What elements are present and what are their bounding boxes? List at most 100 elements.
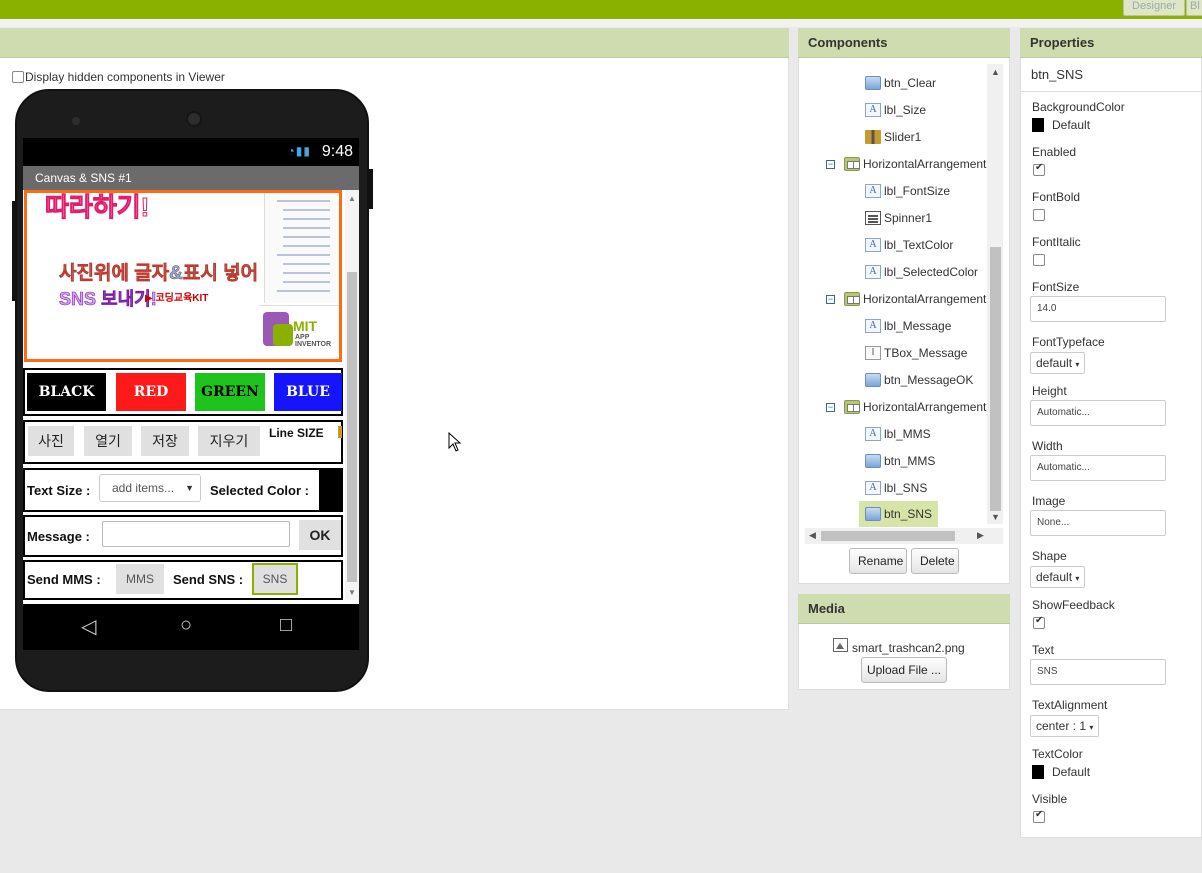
canvas-text-line2: SNS 보내기! — [59, 289, 157, 310]
label-icon: A — [865, 184, 881, 198]
rename-button[interactable]: Rename — [849, 548, 907, 574]
tree-item-harr-3[interactable]: − HorizontalArrangement — [826, 397, 986, 417]
scroll-down-icon[interactable]: ▼ — [991, 512, 1000, 522]
scroll-down-icon[interactable]: ▼ — [348, 588, 356, 597]
collapse-icon[interactable]: − — [826, 402, 835, 412]
color-swatch — [1032, 118, 1044, 132]
green-button[interactable]: GREEN — [195, 373, 265, 411]
scroll-up-icon[interactable]: ▲ — [991, 67, 1000, 77]
tree-item-btn-mms[interactable]: btn_MMS — [865, 451, 935, 471]
arrangement-icon — [844, 157, 860, 171]
label-icon: A — [865, 265, 881, 279]
font-size-spinner[interactable]: add items... ▼ — [99, 474, 201, 502]
scroll-left-icon[interactable]: ◀ — [809, 530, 816, 541]
top-toolbar: Designer Bl — [0, 0, 1202, 19]
tree-scroll-thumb[interactable] — [990, 247, 1001, 511]
prop-showfeedback-checkbox[interactable] — [1033, 615, 1045, 629]
prop-enabled-checkbox[interactable] — [1033, 162, 1045, 176]
tree-horizontal-scrollbar[interactable]: ◀ ▶ — [805, 528, 1003, 544]
display-hidden-toggle[interactable]: Display hidden components in Viewer — [12, 70, 225, 84]
tree-hscroll-thumb[interactable] — [821, 531, 955, 541]
prop-fontsize-input[interactable]: 14.0 — [1030, 296, 1166, 322]
blocks-button[interactable]: Bl — [1186, 0, 1202, 16]
prop-shape-select[interactable]: default ▾ — [1030, 566, 1086, 588]
tree-item-spinner1[interactable]: Spinner1 — [865, 208, 932, 228]
slider-thumb[interactable] — [338, 426, 342, 438]
black-button[interactable]: BLACK — [27, 373, 106, 411]
message-row: Message : OK — [23, 515, 343, 557]
tree-item-btn-sns[interactable]: btn_SNS — [859, 501, 939, 527]
recents-icon[interactable]: □ — [280, 614, 292, 637]
tree-item-harr-2[interactable]: − HorizontalArrangement — [826, 289, 986, 309]
component-tree: btn_Clear Albl_Size Slider1 − HorizontalA… — [805, 60, 988, 528]
prop-fonttypeface-select[interactable]: default ▾ — [1030, 352, 1086, 374]
tree-item-lbl-message[interactable]: Albl_Message — [865, 316, 951, 336]
prop-text-input[interactable]: SNS — [1030, 659, 1166, 685]
tree-item-slider1[interactable]: Slider1 — [865, 127, 921, 147]
tree-item-btn-messageok[interactable]: btn_MessageOK — [865, 370, 973, 390]
ok-button[interactable]: OK — [299, 520, 341, 550]
collapse-icon[interactable]: − — [826, 294, 835, 304]
prop-backgroundcolor-label: BackgroundColor — [1032, 100, 1125, 114]
sns-button[interactable]: SNS — [252, 563, 298, 595]
upload-file-button[interactable]: Upload File ... — [861, 657, 947, 683]
tree-item-btn-clear[interactable]: btn_Clear — [865, 73, 936, 93]
blue-button[interactable]: BLUE — [274, 373, 342, 411]
tree-item-lbl-textcolor[interactable]: Albl_TextColor — [865, 235, 953, 255]
screen-scrollbar[interactable]: ▲ ▼ — [345, 190, 359, 600]
prop-textcolor-value[interactable]: Default — [1032, 765, 1090, 779]
save-button[interactable]: 저장 — [141, 426, 189, 456]
photo-button[interactable]: 사진 — [28, 426, 74, 456]
message-label: Message : — [27, 529, 90, 544]
prop-textalignment-label: TextAlignment — [1032, 698, 1108, 712]
scroll-up-icon[interactable]: ▲ — [348, 194, 356, 203]
prop-width-input[interactable]: Automatic... — [1030, 455, 1166, 481]
tree-item-harr-1[interactable]: − HorizontalArrangement — [826, 154, 986, 174]
tree-item-lbl-mms[interactable]: Albl_MMS — [865, 424, 931, 444]
label-icon: A — [865, 103, 881, 117]
prop-backgroundcolor-value[interactable]: Default — [1032, 118, 1090, 132]
prop-text-label: Text — [1032, 643, 1055, 657]
tree-item-lbl-sns[interactable]: Albl_SNS — [865, 478, 927, 498]
color-swatch — [1032, 765, 1044, 779]
status-bar: ◔▮▮ 9:48 — [23, 138, 359, 166]
scroll-thumb[interactable] — [347, 272, 357, 582]
phone-power-button — [369, 169, 373, 209]
collapse-icon[interactable]: − — [826, 159, 835, 169]
clear-button[interactable]: 지우기 — [198, 426, 260, 456]
tree-vertical-scrollbar[interactable]: ▲ ▼ — [987, 64, 1003, 524]
tree-item-lbl-fontsize[interactable]: Albl_FontSize — [865, 181, 950, 201]
prop-image-input[interactable]: None... — [1030, 510, 1166, 536]
prop-height-input[interactable]: Automatic... — [1030, 400, 1166, 426]
prop-height-label: Height — [1032, 384, 1067, 398]
selected-color-label: Selected Color : — [210, 483, 309, 498]
mms-button[interactable]: MMS — [116, 564, 164, 594]
prop-textalignment-select[interactable]: center : 1 ▾ — [1030, 715, 1100, 737]
dropdown-arrow-icon: ▼ — [185, 483, 194, 493]
prop-fontitalic-checkbox[interactable] — [1033, 254, 1045, 266]
canvas-text-line1: 사진위에 글자&표시 넣어 — [59, 263, 259, 285]
scroll-right-icon[interactable]: ▶ — [977, 530, 984, 541]
button-icon — [865, 507, 881, 521]
tree-item-lbl-size[interactable]: Albl_Size — [865, 100, 926, 120]
open-button[interactable]: 열기 — [84, 426, 132, 456]
home-icon[interactable]: ○ — [180, 614, 192, 637]
dropdown-arrow-icon: ▾ — [1075, 360, 1080, 369]
media-file[interactable]: smart_trashcan2.png — [833, 635, 965, 655]
components-header: Components — [798, 28, 1010, 58]
label-icon: A — [865, 238, 881, 252]
image-file-icon — [833, 638, 848, 652]
display-hidden-checkbox[interactable] — [12, 71, 24, 83]
prop-fontsize-label: FontSize — [1032, 280, 1080, 294]
message-input[interactable] — [102, 521, 290, 547]
back-icon[interactable]: ◁ — [81, 614, 96, 639]
delete-button[interactable]: Delete — [911, 548, 959, 574]
red-button[interactable]: RED — [116, 373, 186, 411]
properties-header: Properties — [1020, 28, 1202, 58]
tree-item-tbox-message[interactable]: I TBox_Message — [865, 343, 967, 363]
tree-item-lbl-selectedcolor[interactable]: Albl_SelectedColor — [865, 262, 978, 282]
canvas[interactable]: 따라하기! 사진위에 글자&표시 넣어 SNS 보내기! ▶ 코딩교육KIT M… — [24, 190, 342, 362]
designer-button[interactable]: Designer — [1123, 0, 1186, 16]
prop-fontbold-checkbox[interactable] — [1033, 209, 1045, 221]
prop-visible-checkbox[interactable] — [1033, 809, 1045, 823]
